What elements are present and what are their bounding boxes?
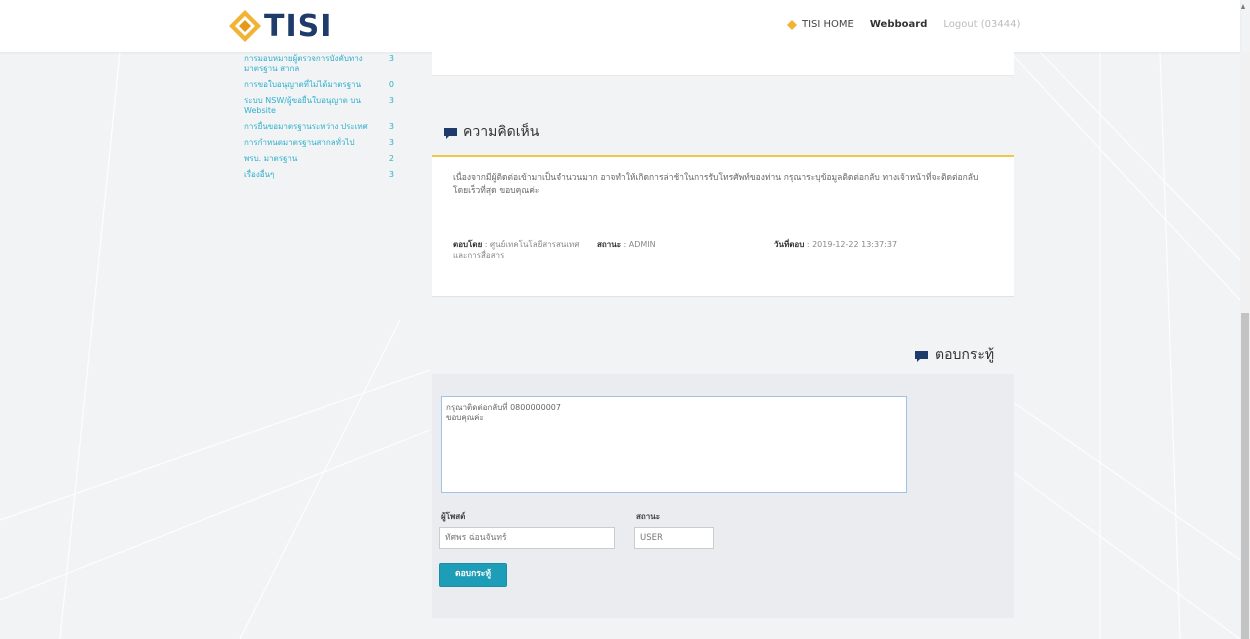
sidebar-item[interactable]: การยื่นขอมาตรฐานระหว่าง ประเทศ 3 [244, 122, 394, 132]
sidebar-item-label: พรบ. มาตรฐาน [244, 154, 298, 163]
sidebar-item-label: การขอใบอนุญาตที่ไม่ได้มาตรฐาน [244, 80, 362, 89]
scrollbar-thumb[interactable] [1241, 313, 1249, 639]
comment-date: วันที่ตอบ : 2019-12-22 13:37:37 [774, 240, 898, 249]
scroll-up-arrow-icon[interactable] [1241, 4, 1245, 10]
tisi-logo-mark-icon [228, 9, 262, 43]
sidebar-item-label: การกำหนดมาตรฐานสากลทั่วไป [244, 138, 355, 147]
sidebar-item[interactable]: เรื่องอื่นๆ 3 [244, 170, 394, 180]
sidebar-item-label: การมอบหมายผู้ตรวจการบังคับทางมาตรฐาน สาก… [244, 54, 363, 73]
reply-heading: ตอบกระทู้ [915, 344, 994, 366]
nav-webboard[interactable]: Webboard [870, 19, 927, 30]
sidebar-item-count: 3 [388, 170, 394, 179]
top-bar: TISI TISI HOME Webboard Logout (03444) [0, 0, 1240, 52]
status-field[interactable]: USER [634, 527, 714, 549]
site-logo[interactable]: TISI [228, 8, 332, 44]
sidebar-item-label: ระบบ NSW/ผู้ขอยื่นใบอนุญาต บน Website [244, 96, 361, 115]
submit-reply-button[interactable]: ตอบกระทู้ [439, 563, 507, 587]
category-sidebar: การมอบหมายผู้ตรวจการบังคับทางมาตรฐาน สาก… [244, 54, 394, 186]
nav-tisi-home[interactable]: TISI HOME [787, 19, 854, 30]
comment-status-value: ADMIN [628, 240, 656, 249]
nav-home-label: TISI HOME [802, 19, 854, 30]
sidebar-item[interactable]: ระบบ NSW/ผู้ขอยื่นใบอนุญาต บน Website 3 [244, 96, 394, 116]
previous-post-panel [432, 52, 1014, 76]
logo-text: TISI [264, 8, 333, 44]
comments-heading-text: ความคิดเห็น [463, 124, 540, 140]
sidebar-item[interactable]: การขอใบอนุญาตที่ไม่ได้มาตรฐาน 0 [244, 80, 394, 90]
sidebar-item-count: 2 [388, 154, 394, 163]
comment-icon [444, 127, 457, 139]
sidebar-item[interactable]: การมอบหมายผู้ตรวจการบังคับทางมาตรฐาน สาก… [244, 54, 394, 74]
sidebar-item[interactable]: พรบ. มาตรฐาน 2 [244, 154, 394, 164]
sidebar-item-count: 3 [388, 122, 394, 131]
comment-status-label: สถานะ [597, 240, 621, 249]
comment-date-value: 2019-12-22 13:37:37 [812, 240, 898, 249]
sidebar-item-count: 3 [388, 138, 394, 147]
comment-date-label: วันที่ตอบ [774, 240, 805, 249]
comment-status: สถานะ : ADMIN [597, 240, 656, 249]
sidebar-item-count: 0 [388, 80, 394, 89]
comment-author: ตอบโดย : ศูนย์เทคโนโลยีสารสนเทศ และการสื… [453, 240, 580, 260]
sidebar-item-label: การยื่นขอมาตรฐานระหว่าง ประเทศ [244, 122, 368, 131]
reply-form: กรุณาติดต่อกลับที่ 0800000007 ขอบคุณค่ะ … [432, 374, 1014, 618]
poster-label: ผู้โพสต์ [441, 512, 466, 521]
sidebar-item-label: เรื่องอื่นๆ [244, 170, 275, 179]
poster-name-field[interactable]: ทัศพร ฉ่อนจันทร์ [439, 527, 615, 549]
sidebar-item-count: 3 [388, 96, 394, 105]
comment-card: เนื่องจากมีผู้ติดต่อเข้ามาเป็นจำนวนมาก อ… [432, 157, 1014, 297]
nav-logout[interactable]: Logout (03444) [943, 19, 1020, 30]
diamond-icon [787, 19, 797, 30]
comment-icon [915, 350, 928, 362]
comment-author-label: ตอบโดย [453, 240, 483, 249]
comment-text: เนื่องจากมีผู้ติดต่อเข้ามาเป็นจำนวนมาก อ… [453, 173, 979, 196]
status-label: สถานะ [636, 512, 660, 521]
reply-heading-text: ตอบกระทู้ [935, 347, 995, 363]
sidebar-item-count: 3 [388, 54, 394, 63]
sidebar-item[interactable]: การกำหนดมาตรฐานสากลทั่วไป 3 [244, 138, 394, 148]
top-nav: TISI HOME Webboard Logout (03444) [787, 19, 1020, 30]
reply-message-input[interactable]: กรุณาติดต่อกลับที่ 0800000007 ขอบคุณค่ะ [441, 396, 907, 493]
comments-heading: ความคิดเห็น [444, 121, 539, 143]
